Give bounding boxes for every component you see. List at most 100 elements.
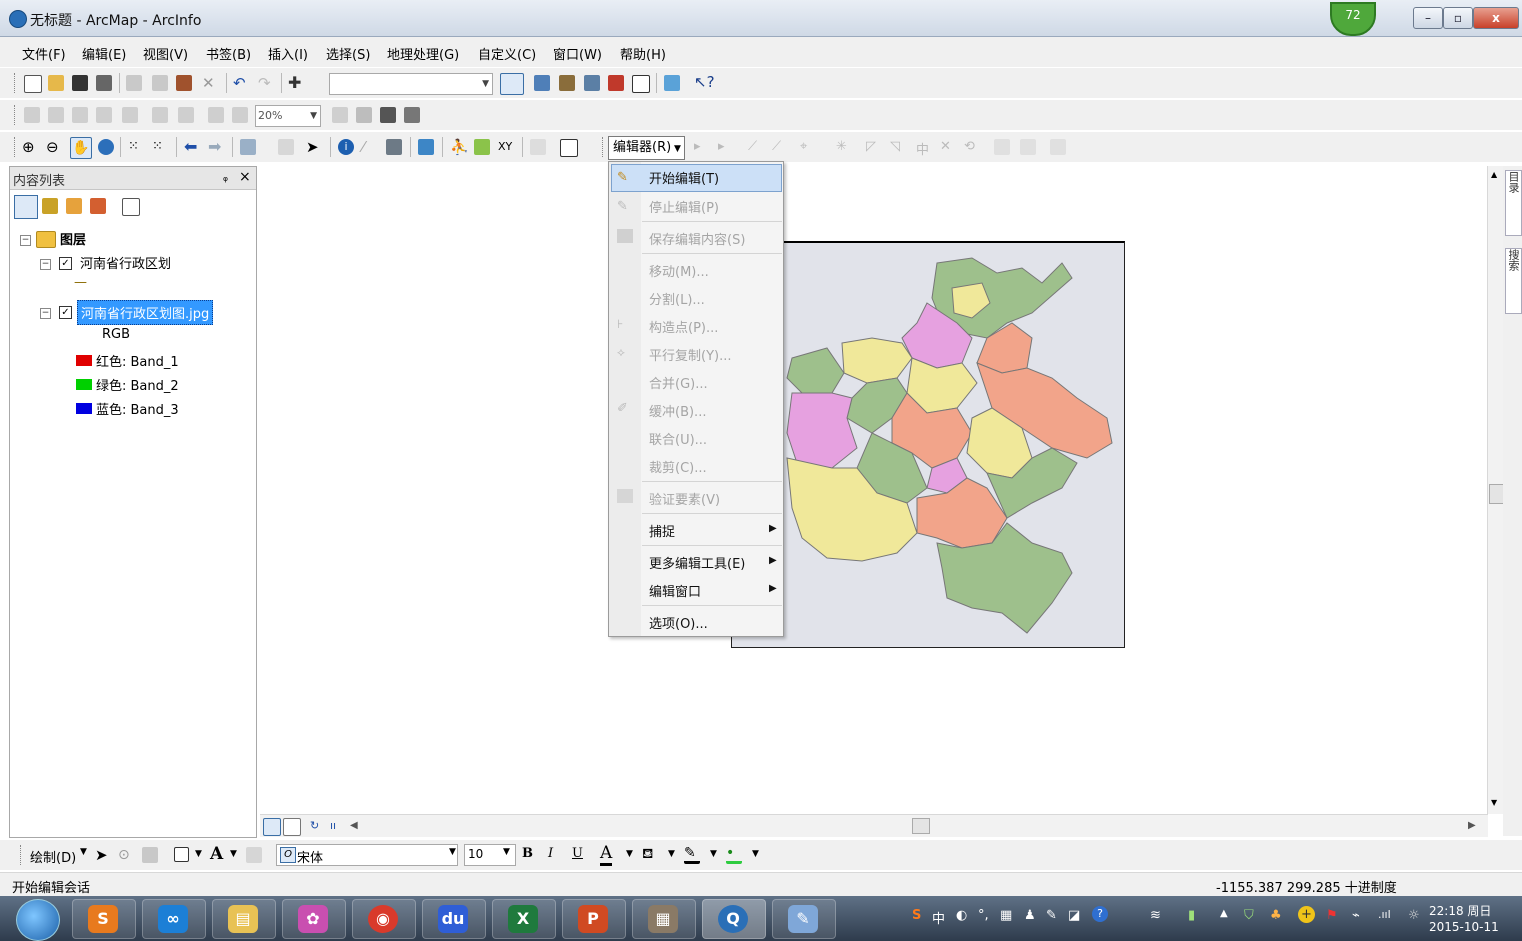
modelbuilder-icon[interactable] [664, 75, 680, 91]
signal-strength-icon[interactable]: .ııl [1378, 908, 1391, 921]
show-hidden-icons-arrow[interactable]: ▲ [1220, 908, 1228, 919]
layer1-label[interactable]: 河南省行政区划 [80, 253, 171, 272]
fill-color-arrow-icon[interactable]: ▼ [668, 849, 675, 859]
merge-label[interactable]: 合并(G)... [649, 373, 708, 392]
close-button[interactable]: x [1473, 7, 1519, 29]
marker-color-icon[interactable]: • [726, 845, 742, 864]
catalog-window-icon[interactable] [559, 75, 575, 91]
search-dock-tab[interactable]: 搜索 [1505, 248, 1522, 314]
layers-collapse-toggle[interactable]: − [20, 235, 31, 246]
menu-file[interactable]: 文件(F) [22, 44, 66, 63]
scale-dropdown[interactable]: ▼ [329, 73, 493, 95]
edit-vertices-icon[interactable]: ◸ [866, 139, 882, 155]
time-slider-icon[interactable] [530, 139, 546, 155]
layer2-visibility-checkbox[interactable]: ✓ [59, 306, 72, 319]
taskbar-paint[interactable]: ✎ [772, 899, 836, 939]
options-label[interactable]: 选项(O)... [649, 613, 708, 632]
toc-window-icon[interactable] [534, 75, 550, 91]
ime-user-icon[interactable]: ♟ [1024, 908, 1036, 923]
layers-root-label[interactable]: 图层 [60, 229, 86, 248]
menu-view[interactable]: 视图(V) [143, 44, 188, 63]
update-tray-icon[interactable]: + [1298, 906, 1315, 923]
zoom-out-fixed-icon[interactable] [48, 107, 64, 123]
toc-close-icon[interactable]: × [239, 169, 251, 185]
font-name-dropdown[interactable]: O 宋体 ▼ [276, 844, 458, 866]
sogou-tray-icon[interactable]: S [912, 908, 921, 923]
bold-button[interactable]: B [522, 846, 533, 861]
menu-insert[interactable]: 插入(I) [268, 44, 308, 63]
back-arrow-icon[interactable]: ⬅ [184, 139, 200, 155]
map-horizontal-scrollbar[interactable]: ↻ ıı ◀ ▶ [260, 814, 1488, 837]
menu-customize[interactable]: 自定义(C) [478, 44, 536, 63]
taskbar-sogou[interactable]: S [72, 899, 136, 939]
font-size-dropdown[interactable]: 10 ▼ [464, 844, 516, 866]
clear-selection-icon[interactable] [278, 139, 294, 155]
copy-parallel-label[interactable]: 平行复制(Y)... [649, 345, 731, 364]
taskbar-powerpoint[interactable]: P [562, 899, 626, 939]
clock-time[interactable]: 22:18 周日 [1429, 902, 1491, 919]
search-window-icon[interactable] [584, 75, 600, 91]
straight-segment-icon[interactable]: ⟋ [748, 139, 764, 155]
save-edits-label[interactable]: 保存编辑内容(S) [649, 229, 745, 248]
cut-icon[interactable] [126, 75, 142, 91]
end-point-arc-icon[interactable]: ⟋ [772, 139, 788, 155]
clock-date[interactable]: 2015-10-11 [1429, 920, 1499, 934]
pause-drawing-icon[interactable]: ıı [330, 818, 346, 834]
go-to-xy-icon[interactable]: XY [498, 139, 514, 155]
ime-keyboard-icon[interactable]: ▦ [1000, 908, 1012, 923]
list-by-drawing-order-icon[interactable] [14, 195, 38, 219]
layer1-line-symbol[interactable]: — [74, 275, 87, 290]
edit-annotation-icon[interactable]: ▸ [718, 139, 734, 155]
menu-edit[interactable]: 编辑(E) [82, 44, 126, 63]
layout-print-icon[interactable] [404, 107, 420, 123]
more-editing-tools-label[interactable]: 更多编辑工具(E) [649, 553, 745, 572]
taskbar-chrome[interactable]: ◉ [352, 899, 416, 939]
add-data-icon[interactable]: ✚ [288, 75, 304, 91]
convert-graphics-icon[interactable] [246, 847, 262, 863]
rotate-element-icon[interactable]: ⊙ [118, 847, 134, 863]
wifi-icon[interactable]: ≋ [1150, 908, 1161, 923]
open-folder-icon[interactable] [48, 75, 64, 91]
line-color-arrow-icon[interactable]: ▼ [710, 849, 717, 859]
taskbar-baidu[interactable]: du [422, 899, 486, 939]
catalog-dock-tab[interactable]: 目录 [1505, 170, 1522, 236]
power-plug-icon[interactable]: ⌁ [1352, 908, 1360, 923]
change-layout-icon[interactable] [356, 107, 372, 123]
snapping-label[interactable]: 捕捉 [649, 521, 675, 540]
sketch-properties-icon[interactable] [1020, 139, 1036, 155]
zoom-out-icon[interactable]: ⊖ [46, 139, 62, 155]
undo-icon[interactable]: ↶ [233, 75, 249, 91]
scroll-left-arrow-icon[interactable]: ◀ [350, 818, 366, 834]
scroll-right-arrow-icon[interactable]: ▶ [1468, 818, 1484, 834]
buffer-label[interactable]: 缓冲(B)... [649, 401, 706, 420]
cut-polygons-icon[interactable]: 中 [916, 139, 932, 158]
security-shield-icon[interactable]: ⛉ [1244, 908, 1254, 923]
layout-fit-icon[interactable] [232, 107, 248, 123]
trace-icon[interactable]: ⌖ [800, 139, 816, 155]
select-elements-arrow-icon[interactable]: ➤ [306, 139, 322, 155]
draw-menu-arrow-icon[interactable]: ▼ [80, 847, 87, 857]
ime-mode-indicator[interactable]: 中 [932, 908, 945, 927]
pan-fixed-icon[interactable] [72, 107, 88, 123]
layer2-collapse-toggle[interactable]: − [40, 308, 51, 319]
maximize-button[interactable]: ▫ [1443, 7, 1473, 29]
select-features-icon[interactable] [240, 139, 256, 155]
text-dropdown-arrow-icon[interactable]: ▼ [230, 849, 237, 859]
taskbar-explorer[interactable]: ▤ [212, 899, 276, 939]
move-label[interactable]: 移动(M)... [649, 261, 709, 280]
brightness-icon[interactable]: ☼ [1408, 908, 1420, 923]
fixed-zoom-in-icon[interactable]: ⁙ [128, 139, 144, 155]
zoom-in-icon[interactable]: ⊕ [22, 139, 38, 155]
fixed-zoom-out-icon[interactable]: ⁙ [152, 139, 168, 155]
print-icon[interactable] [96, 75, 112, 91]
copy-icon[interactable] [152, 75, 168, 91]
toc-options-icon[interactable] [122, 198, 140, 216]
line-color-pen-icon[interactable]: ✎ [684, 845, 700, 864]
taskbar-excel[interactable]: X [492, 899, 556, 939]
tray-app-icon[interactable]: ♣ [1270, 908, 1282, 923]
zoom-percent-dropdown[interactable]: 20% ▼ [255, 105, 321, 127]
menu-windows[interactable]: 窗口(W) [553, 44, 602, 63]
rectangle-icon[interactable] [174, 847, 189, 862]
henan-map-image[interactable] [731, 241, 1125, 648]
layer1-visibility-checkbox[interactable]: ✓ [59, 257, 72, 270]
